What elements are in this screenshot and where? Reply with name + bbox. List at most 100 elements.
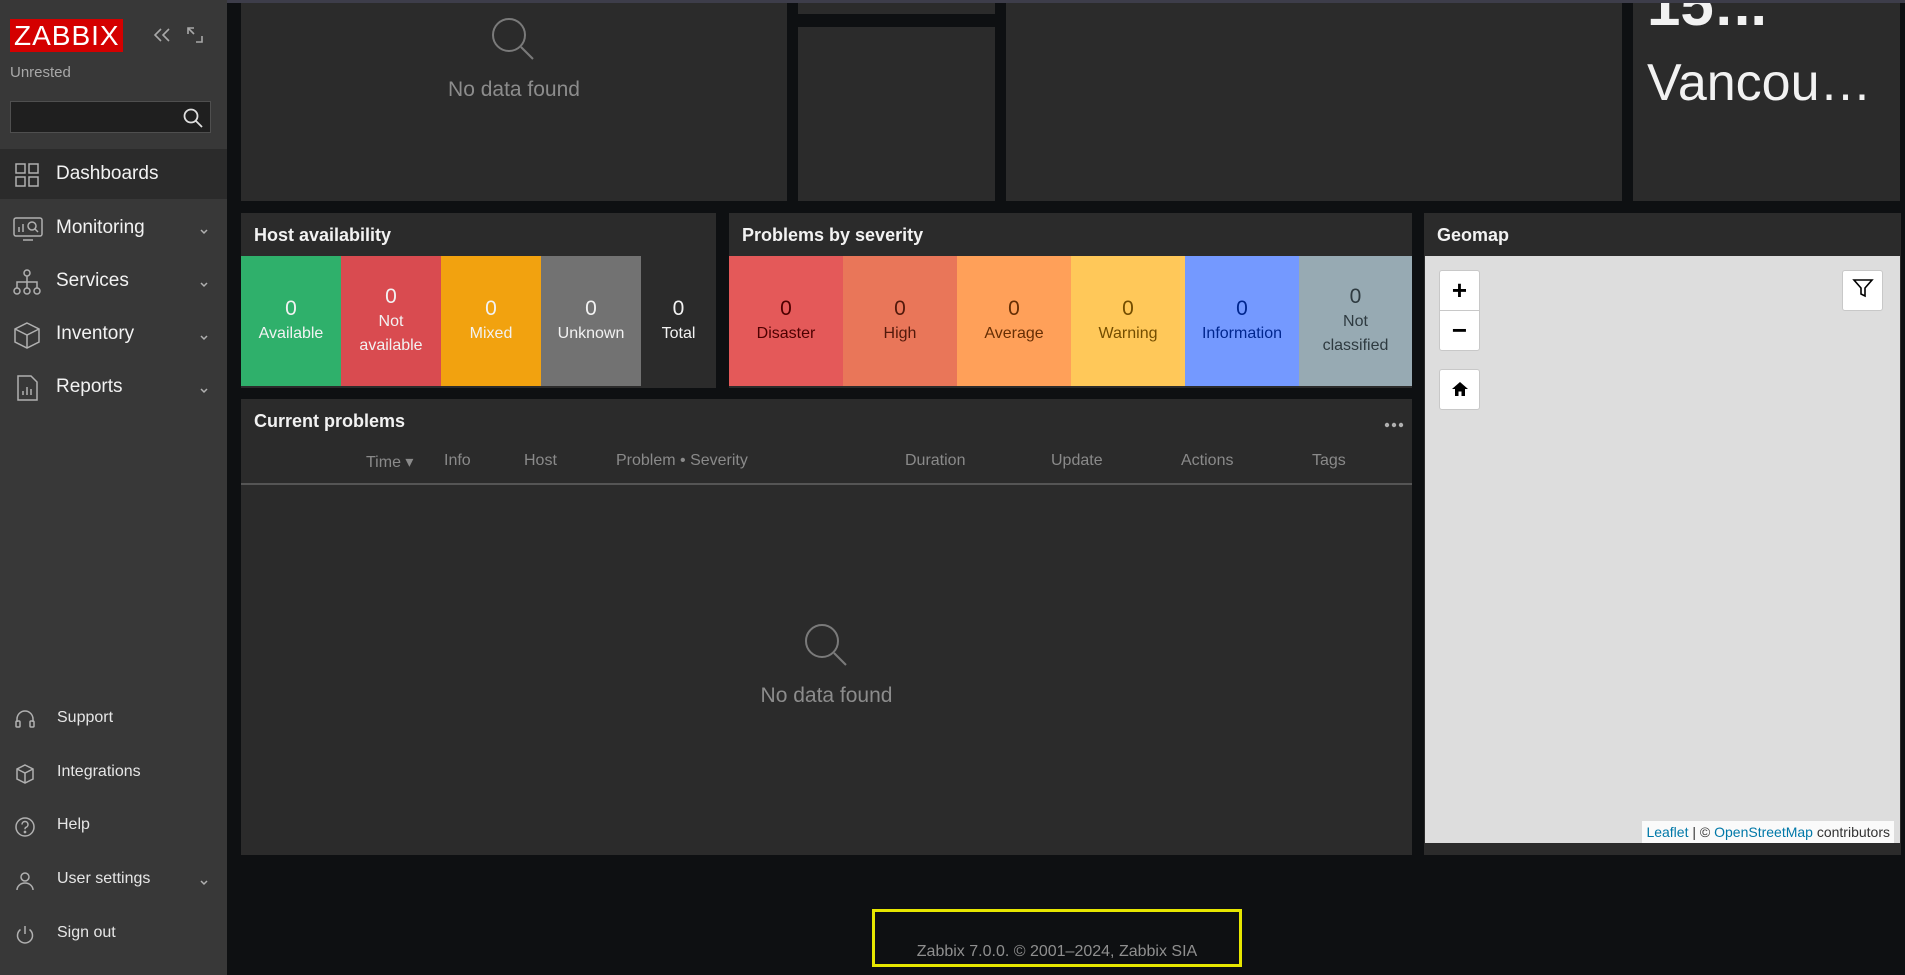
sidebar: ZABBIX Unrested Dashboards Monitoring Se… [0,0,227,975]
user-icon [14,870,36,892]
cell-value: 0 [1122,297,1134,320]
cell-value: 0 [672,297,685,320]
filter-button[interactable] [1842,270,1883,311]
widget-top-left: No data found [241,3,787,201]
sidebar-item-monitoring[interactable]: Monitoring [0,203,227,253]
search-icon[interactable] [182,107,204,134]
sidebar-item-reports[interactable]: Reports [0,362,227,412]
severity-high-cell[interactable]: 0 High [843,256,957,386]
column-header-info: Info [444,452,471,469]
cell-label: High [883,325,917,342]
sidebar-item-user-settings[interactable]: User settings [0,860,227,900]
widget-top-right-blank [1006,3,1622,201]
host-not-available-cell[interactable]: 0 Not available [341,256,441,386]
chevron-down-icon [199,329,209,347]
sidebar-item-label: Dashboards [56,163,159,184]
widget-title: Problems by severity [742,225,924,245]
cell-value: 0 [1008,297,1020,320]
search-icon [804,623,850,674]
cell-value: 0 [894,297,906,320]
cell-label: Unknown [557,325,625,342]
home-icon [1451,374,1469,405]
sidebar-item-inventory[interactable]: Inventory [0,309,227,359]
chevron-down-icon [199,382,209,400]
widget-top-mid [798,27,995,201]
clock-widget: 15:.. Vancou… [1633,3,1900,201]
column-header-actions: Actions [1181,452,1234,469]
column-header-host[interactable]: Host [524,452,557,470]
column-header-tags: Tags [1312,452,1346,469]
leaflet-link[interactable]: Leaflet [1646,824,1688,840]
severity-disaster-cell[interactable]: 0 Disaster [729,256,843,386]
sidebar-item-label: Help [57,816,90,833]
sidebar-item-label: Inventory [56,323,135,344]
cell-value: 0 [485,297,497,320]
filter-icon [1851,275,1874,306]
attribution-separator: | © [1688,824,1715,840]
kiosk-mode-icon[interactable] [184,24,206,46]
cell-value: 0 [1349,285,1362,308]
cell-label: Available [258,325,324,342]
sidebar-item-label: Services [56,270,129,291]
sidebar-item-support[interactable]: Support [0,699,227,739]
reports-icon [13,374,41,402]
cell-value: 0 [1236,297,1248,320]
headset-icon [14,709,36,731]
host-availability-widget: Host availability 0 Available 0 Not avai… [241,213,716,388]
openstreetmap-link[interactable]: OpenStreetMap [1714,824,1813,840]
cell-value: 0 [585,297,597,320]
problems-by-severity-widget: Problems by severity 0 Disaster 0 High 0… [729,213,1412,388]
geomap-map[interactable]: + − Leaflet | © OpenStreetMap contributo… [1425,256,1900,843]
services-icon [13,268,41,296]
column-header-problem-severity[interactable]: Problem • Severity [616,452,748,470]
home-button[interactable] [1439,369,1480,410]
severity-not-classified-cell[interactable]: 0 Not classified [1299,256,1412,386]
cell-value: 0 [780,297,792,320]
sidebar-item-sign-out[interactable]: Sign out [0,914,227,954]
severity-information-cell[interactable]: 0 Information [1185,256,1299,386]
severity-warning-cell[interactable]: 0 Warning [1071,256,1185,386]
sidebar-item-label: User settings [57,870,151,887]
cell-label: Not classified [1322,313,1389,354]
host-available-cell[interactable]: 0 Available [241,256,341,386]
host-mixed-cell[interactable]: 0 Mixed [441,256,541,386]
footer-copyright: Zabbix 7.0.0. © 2001–2024, Zabbix SIA [916,943,1198,960]
sidebar-item-label: Monitoring [56,217,145,238]
host-total-cell[interactable]: 0 Total [641,256,716,386]
map-attribution: Leaflet | © OpenStreetMap contributors [1642,821,1894,843]
more-options-icon[interactable] [1384,415,1404,433]
sidebar-item-integrations[interactable]: Integrations [0,753,227,793]
zoom-in-button[interactable]: + [1439,270,1480,311]
host-unknown-cell[interactable]: 0 Unknown [541,256,641,386]
zabbix-logo[interactable]: ZABBIX [10,19,123,52]
help-icon [14,816,36,838]
integrations-icon [14,763,36,785]
sidebar-item-help[interactable]: Help [0,806,227,846]
cell-label: Warning [1098,325,1158,342]
no-data-message: No data found [760,684,893,707]
zoom-out-button[interactable]: − [1439,310,1480,351]
no-data-message: No data found [448,78,580,101]
inventory-icon [13,321,41,349]
widget-top-mid-strip [798,3,995,14]
widget-title: Geomap [1437,225,1510,245]
clock-time: 15:.. [1647,3,1768,38]
cell-label: Total [661,325,696,342]
cell-label: Mixed [469,325,513,342]
column-header-update: Update [1051,452,1103,469]
chevron-down-icon [199,874,209,892]
attribution-tail: contributors [1812,824,1890,840]
sidebar-search-input[interactable] [10,101,211,133]
clock-city: Vancou… [1647,54,1872,112]
collapse-sidebar-icon[interactable] [151,24,173,46]
column-header-duration: Duration [905,452,966,469]
sidebar-item-services[interactable]: Services [0,256,227,306]
power-icon [14,924,36,946]
dashboards-icon [13,161,41,189]
severity-average-cell[interactable]: 0 Average [957,256,1071,386]
column-header-time[interactable]: Time ▾ [366,452,413,472]
sidebar-item-dashboards[interactable]: Dashboards [0,149,227,199]
current-problems-widget: Current problems No data found [241,399,1412,855]
cell-label: Disaster [756,325,816,342]
sidebar-item-label: Support [57,709,114,726]
